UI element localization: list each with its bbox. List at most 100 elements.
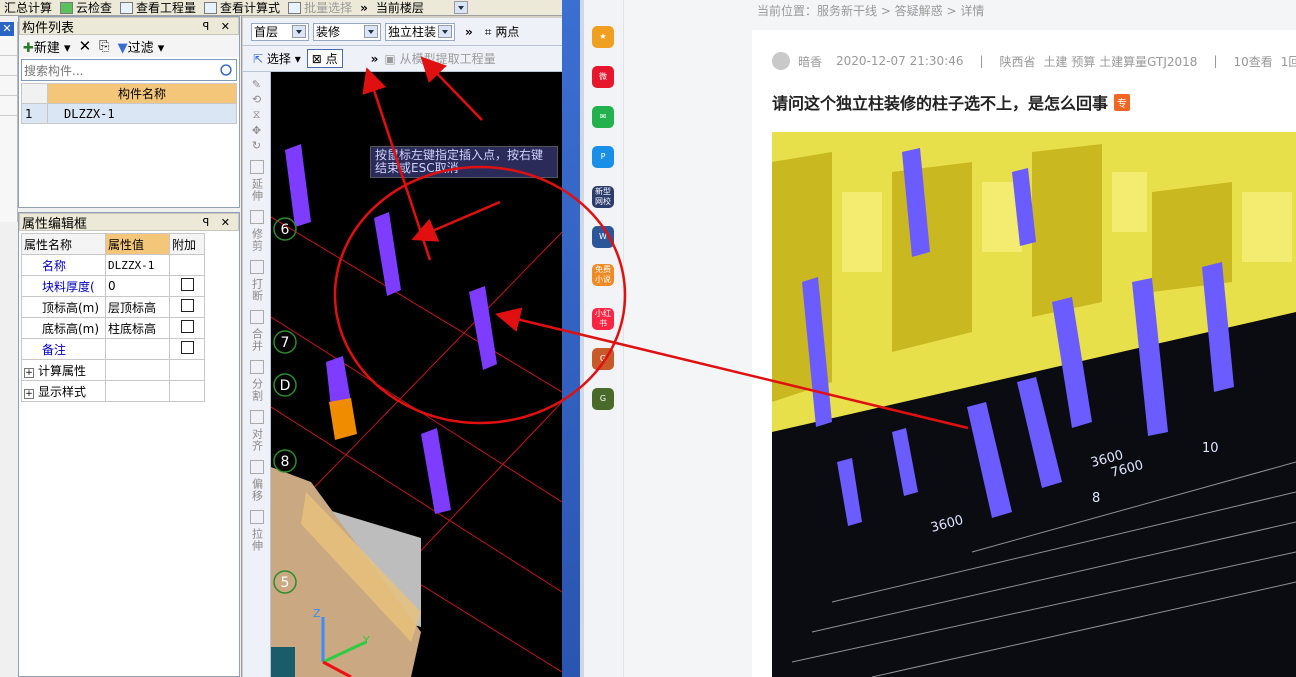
tool-merge[interactable]: 合并 <box>251 328 264 352</box>
prop-name: 底标高(m) <box>21 317 106 339</box>
prop-group-display[interactable]: + 显示样式 <box>21 380 205 402</box>
point-button[interactable]: ⊠ 点 <box>306 49 343 68</box>
pin-close-icon[interactable]: ꟼ ✕ <box>203 20 234 33</box>
tree-row[interactable] <box>0 56 18 76</box>
component-select[interactable]: 独立柱装 <box>385 22 455 41</box>
p-app-icon[interactable]: P <box>592 146 614 168</box>
delete-icon[interactable]: ✕ <box>79 37 92 55</box>
search-icon[interactable] <box>220 64 232 76</box>
extra-checkbox[interactable] <box>180 278 194 291</box>
question-photo[interactable]: 3600 7600 10 3600 8 <box>772 132 1296 677</box>
prop-value[interactable]: 0 <box>105 275 170 297</box>
view-quantity-label: 查看工程量 <box>136 1 197 15</box>
close-icon[interactable]: ✕ <box>0 22 14 36</box>
news-icon[interactable]: 新型网校 <box>592 186 614 208</box>
point-icon: ⊠ <box>311 52 322 66</box>
category-select[interactable]: 装修 <box>313 22 381 41</box>
tree-row[interactable] <box>0 76 18 96</box>
toolbar1-more-button[interactable]: » <box>465 25 473 39</box>
prop-row-name[interactable]: 名称 DLZZX-1 <box>21 254 205 276</box>
prop-row-note[interactable]: 备注 <box>21 338 205 360</box>
extract-label: 从模型提取工程量 <box>399 52 496 66</box>
toolbar2-more-button[interactable]: » <box>371 52 379 66</box>
view-quantity-button[interactable]: 查看工程量 <box>116 0 200 15</box>
prop-row-top[interactable]: 顶标高(m) 层顶标高 <box>21 296 205 318</box>
prop-value[interactable]: 层顶标高 <box>105 296 170 318</box>
pin-close-icon[interactable]: ꟼ ✕ <box>203 216 234 229</box>
move-icon[interactable]: ✥ <box>252 124 261 137</box>
extra-checkbox[interactable] <box>180 299 194 312</box>
mail-icon[interactable]: ✉ <box>592 106 614 128</box>
prop-name: 顶标高(m) <box>21 296 106 318</box>
tree-row[interactable] <box>0 36 18 56</box>
chevron-down-icon <box>364 25 378 38</box>
expand-icon[interactable]: + <box>24 388 34 399</box>
avatar[interactable] <box>772 52 790 70</box>
author-name[interactable]: 暗香 <box>798 53 822 70</box>
cloud-check-icon <box>60 1 74 14</box>
extract-quantity-button[interactable]: ▣ 从模型提取工程量 <box>384 50 495 67</box>
weibo-icon[interactable]: 微 <box>592 66 614 88</box>
cloud-check-button[interactable]: 云检查 <box>56 0 116 15</box>
select-button[interactable]: ⇱ 选择 ▾ <box>253 50 301 67</box>
prop-row-thickness[interactable]: 块料厚度(0 <box>21 275 205 297</box>
new-component-button[interactable]: ✚新建 ▾ <box>23 37 71 56</box>
topbar-more-label: » <box>360 0 368 15</box>
tool-break[interactable]: 打断 <box>251 278 264 302</box>
star-icon[interactable]: ★ <box>592 26 614 48</box>
prop-row-bottom[interactable]: 底标高(m) 柱底标高 <box>21 317 205 339</box>
tool-split[interactable]: 分割 <box>251 378 264 402</box>
extra-checkbox[interactable] <box>180 341 194 354</box>
floor-select[interactable]: 首层 <box>251 22 309 41</box>
prop-value[interactable] <box>105 338 170 360</box>
novel-icon[interactable]: 免费小说 <box>592 264 614 286</box>
photo-canvas: 3600 7600 10 3600 8 <box>772 132 1296 677</box>
tool-trim[interactable]: 修剪 <box>251 228 264 252</box>
topbar-more-button[interactable]: » <box>356 0 372 15</box>
col-prop-value: 属性值 <box>105 233 170 255</box>
view-formula-button[interactable]: 查看计算式 <box>200 0 284 15</box>
component-search-input[interactable]: 搜索构件... <box>21 59 237 81</box>
group-label: 显示样式 <box>38 384 87 399</box>
brush-icon[interactable]: ✎ <box>252 78 261 91</box>
summary-calc-button[interactable]: 汇总计算 <box>0 0 56 15</box>
extra-checkbox[interactable] <box>180 320 194 333</box>
tool-stretch[interactable]: 拉伸 <box>251 528 264 552</box>
prop-value[interactable]: DLZZX-1 <box>105 254 170 276</box>
floor-value: 首层 <box>254 25 279 39</box>
redbook-icon[interactable]: 小红书 <box>592 308 614 330</box>
new-icon: ✚ <box>23 40 34 56</box>
expand-icon[interactable]: + <box>24 367 34 378</box>
cloud-check-label: 云检查 <box>76 1 113 15</box>
lasso-icon[interactable]: ⟲ <box>252 93 261 106</box>
prop-value[interactable]: 柱底标高 <box>105 317 170 339</box>
breadcrumb[interactable]: 当前位置：服务新干线 > 答疑解惑 > 详情 <box>757 2 984 19</box>
mirror-icon[interactable]: ⧖ <box>253 108 261 122</box>
tool-align[interactable]: 对齐 <box>251 428 264 452</box>
cursor-icon: ⇱ <box>253 52 264 66</box>
component-name[interactable]: DLZZX-1 <box>47 103 237 124</box>
table-row[interactable]: 1 DLZZX-1 <box>21 103 237 124</box>
two-point-button[interactable]: ⌗ 两点 <box>485 23 520 40</box>
rotate-icon[interactable]: ↻ <box>252 139 261 152</box>
point-label: 点 <box>325 52 338 66</box>
tool-offset[interactable]: 偏移 <box>251 478 264 502</box>
batch-select-button[interactable]: 批量选择 <box>284 0 356 15</box>
game1-icon[interactable]: G <box>592 348 614 370</box>
tool-extend[interactable]: 延伸 <box>251 178 264 202</box>
axis-label-7: 7 <box>281 335 290 351</box>
current-floor-select[interactable]: 当前楼层 <box>372 0 472 15</box>
chevron-down-icon <box>453 1 468 14</box>
copy-icon[interactable]: ⎘ <box>99 39 109 54</box>
prop-name: 备注 <box>21 338 106 360</box>
game2-icon[interactable]: G <box>592 388 614 410</box>
tags[interactable]: 土建 预算 土建算量GTJ2018 <box>1044 53 1198 70</box>
doc-icon[interactable]: W <box>592 226 614 248</box>
cad-application: 汇总计算 云检查 查看工程量 查看计算式 批量选择 » 当前楼层 ✕ 构件列表 … <box>0 0 562 677</box>
tree-row[interactable] <box>0 96 18 116</box>
new-label: 新建 <box>33 40 60 56</box>
prop-group-calc[interactable]: + 计算属性 <box>21 359 205 381</box>
two-point-label: 两点 <box>495 25 520 39</box>
chevron-down-icon <box>292 25 306 38</box>
filter-button[interactable]: ▼过滤 ▾ <box>118 37 165 56</box>
